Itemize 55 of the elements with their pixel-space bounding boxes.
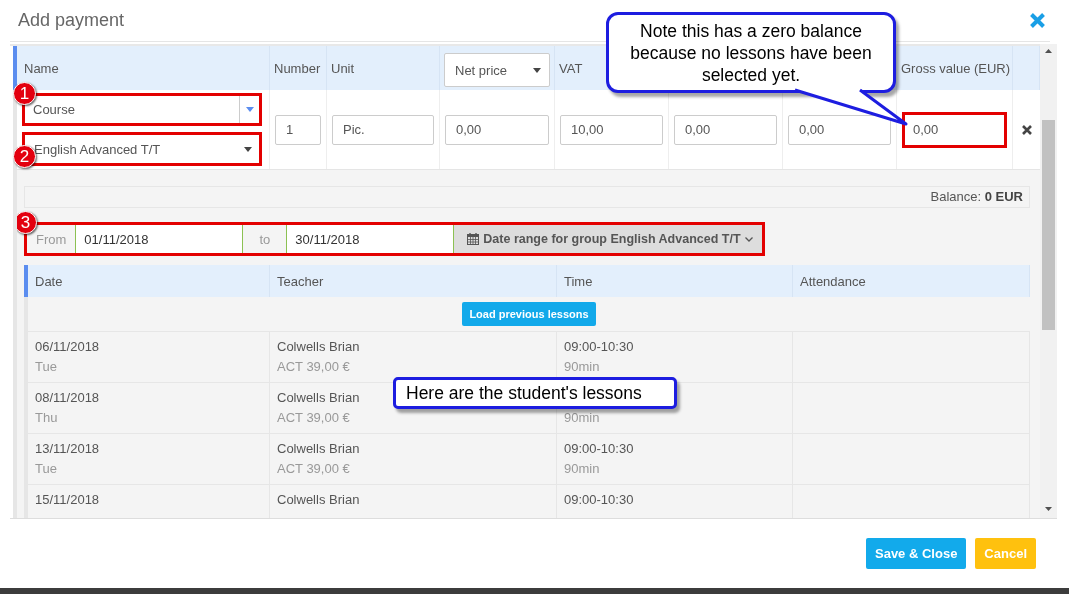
caret-icon	[533, 67, 541, 73]
scroll-up-icon[interactable]	[1045, 49, 1052, 53]
lesson-weekday: Tue	[35, 358, 57, 376]
vat-field[interactable]: 10,00	[560, 114, 663, 145]
caret-icon	[244, 146, 252, 152]
caret-icon	[245, 107, 254, 112]
balance-summary: Balance: 0 EUR	[24, 186, 1030, 208]
lesson-duration: 90min	[564, 460, 600, 478]
column-header: Unit	[331, 60, 355, 76]
net-price-field[interactable]: 0,00	[445, 114, 549, 145]
lesson-duration: 90min	[564, 409, 600, 427]
calendar-icon	[467, 233, 480, 245]
step-number: 3	[17, 211, 37, 234]
date-range-button[interactable]: Date range for group English Advanced T/T	[454, 225, 762, 253]
lesson-weekday: Tue	[35, 460, 57, 478]
close-icon[interactable]	[1029, 12, 1046, 29]
teacher-name: Colwells Brian	[277, 440, 360, 458]
lesson-time: 09:00-10:30	[564, 338, 634, 356]
callout: Here are the student's lessons	[393, 377, 677, 409]
teacher-name: Colwells Brian	[277, 338, 360, 356]
lesson-date: 15/11/2018	[35, 491, 100, 509]
number-field[interactable]: 1	[275, 114, 321, 145]
lesson-date: 13/11/2018	[35, 440, 100, 458]
dialog-title: Add payment	[18, 10, 125, 31]
column-header: Gross value (EUR)	[901, 60, 1011, 76]
lesson-rate: ACT 39,00 €	[277, 460, 350, 478]
lesson-weekday: Thu	[35, 409, 58, 427]
chevron-down-icon	[744, 236, 753, 242]
column-header: Name	[24, 60, 59, 76]
step-number: 2	[13, 145, 36, 168]
amount-field[interactable]: 0,00	[788, 114, 891, 145]
scrollbar-thumb[interactable]	[1042, 120, 1055, 330]
lesson-date: 08/11/2018	[35, 389, 100, 407]
column-header: Number	[274, 60, 321, 76]
lesson-rate: ACT 39,00 €	[277, 409, 350, 427]
amount-field[interactable]: 0,00	[674, 114, 777, 145]
lesson-time: 09:00-10:30	[564, 491, 634, 509]
teacher-name: Colwells Brian	[277, 389, 360, 407]
column-header: Teacher	[277, 273, 324, 289]
scroll-down-icon[interactable]	[1045, 507, 1052, 511]
unit-field[interactable]: Pic.	[332, 114, 434, 145]
x-icon[interactable]	[1021, 124, 1032, 135]
price-type-select[interactable]: Net price	[444, 53, 550, 87]
to-date-field[interactable]: 30/11/2018	[286, 225, 455, 253]
lesson-time: 09:00-10:30	[564, 440, 634, 458]
gross-value-field[interactable]: 0,00	[902, 111, 1007, 148]
column-header: Date	[35, 273, 63, 289]
column-header: Time	[564, 273, 593, 289]
column-header: VAT	[559, 60, 583, 76]
lesson-date: 06/11/2018	[35, 338, 100, 356]
lesson-duration: 90min	[564, 358, 600, 376]
from-date-field[interactable]: 01/11/2018	[75, 225, 244, 253]
column-header: Attendance	[800, 273, 866, 289]
lesson-rate: ACT 39,00 €	[277, 358, 350, 376]
teacher-name: Colwells Brian	[277, 491, 360, 509]
